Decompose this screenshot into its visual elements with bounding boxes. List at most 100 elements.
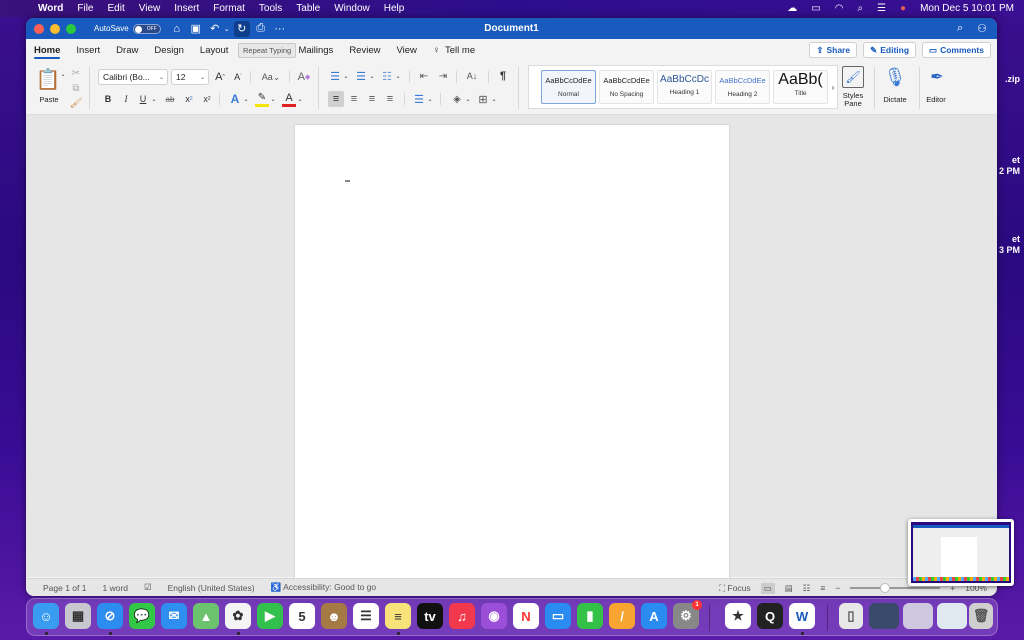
decrease-indent-icon[interactable]: ⇤ bbox=[417, 68, 431, 84]
tab-layout[interactable]: Layout bbox=[200, 39, 229, 61]
style-normal[interactable]: AaBbCcDdEe Normal bbox=[541, 70, 596, 104]
dock-stack-screenshot-safari[interactable] bbox=[869, 603, 899, 629]
dock-app-messages[interactable]: 💬 bbox=[129, 603, 155, 629]
menu-help[interactable]: Help bbox=[384, 3, 405, 14]
format-painter-icon[interactable]: 🖌 bbox=[69, 96, 83, 110]
style-heading-1[interactable]: AaBbCcDc Heading 1 bbox=[657, 70, 712, 104]
print-layout-icon[interactable]: ▭ bbox=[760, 582, 775, 594]
highlight-icon[interactable]: ✎ bbox=[255, 91, 269, 107]
style-title[interactable]: AaBb( Title bbox=[773, 70, 828, 104]
dock-app-photos[interactable]: ✿ bbox=[225, 603, 251, 629]
tab-review[interactable]: Review bbox=[349, 39, 380, 61]
proofing-icon[interactable]: ☑ bbox=[144, 582, 152, 593]
increase-indent-icon[interactable]: ⇥ bbox=[436, 68, 450, 84]
zoom-button[interactable] bbox=[66, 23, 76, 34]
show-formatting-icon[interactable]: ¶ bbox=[496, 68, 510, 84]
editor-icon[interactable]: ✒ bbox=[926, 65, 948, 89]
change-case-button[interactable]: Aa ⌄ bbox=[258, 69, 284, 85]
siri-icon[interactable]: ● bbox=[900, 3, 906, 14]
style-heading-2[interactable]: AaBbCcDdEe Heading 2 bbox=[715, 70, 770, 104]
tab-draw[interactable]: Draw bbox=[116, 39, 138, 61]
share-button[interactable]: ⇪ Share bbox=[809, 42, 858, 58]
menu-tools[interactable]: Tools bbox=[259, 3, 282, 14]
dock-app-app-store[interactable]: A bbox=[641, 603, 667, 629]
tab-home[interactable]: Home bbox=[34, 39, 61, 61]
page-count[interactable]: Page 1 of 1 bbox=[43, 583, 86, 593]
italic-button[interactable]: I bbox=[120, 91, 132, 107]
chevron-down-icon[interactable]: ⌄ bbox=[490, 91, 498, 107]
font-name-select[interactable]: Calibri (Bo... ⌄ bbox=[98, 69, 168, 85]
chevron-down-icon[interactable]: ⌄ bbox=[296, 91, 304, 107]
dock-stack-screenshot-photos[interactable] bbox=[903, 603, 933, 629]
dock-app-imovie[interactable]: ★ bbox=[725, 603, 751, 629]
clock[interactable]: Mon Dec 5 10:01 PM bbox=[920, 3, 1014, 14]
tab-design[interactable]: Design bbox=[154, 39, 184, 61]
font-size-select[interactable]: 12 ⌄ bbox=[171, 69, 209, 85]
copy-icon[interactable]: ⧉ bbox=[69, 81, 83, 95]
search-icon[interactable]: ⌕ bbox=[957, 22, 963, 35]
menu-edit[interactable]: Edit bbox=[108, 3, 125, 14]
editor-label[interactable]: Editor bbox=[921, 95, 951, 104]
align-right-button[interactable]: ≡ bbox=[365, 91, 379, 107]
dock-stack-documents[interactable]: ▯ bbox=[839, 603, 863, 629]
dock-app-music[interactable]: ♫ bbox=[449, 603, 475, 629]
dock-stack-trash[interactable]: 🗑 bbox=[969, 603, 993, 629]
multilevel-list-icon[interactable]: ☷ bbox=[380, 68, 394, 84]
chevron-down-icon[interactable]: ⌄ bbox=[394, 68, 402, 84]
subscript-button[interactable]: x2 bbox=[183, 91, 195, 107]
dock-app-launchpad[interactable]: ▦ bbox=[65, 603, 91, 629]
dock-app-quicktime-player[interactable]: Q bbox=[757, 603, 783, 629]
chevron-down-icon[interactable]: ⌄ bbox=[368, 68, 376, 84]
bold-button[interactable]: B bbox=[102, 91, 114, 107]
text-content[interactable] bbox=[345, 180, 350, 182]
chevron-down-icon[interactable]: ⌄ bbox=[242, 91, 250, 107]
dock-app-microsoft-word[interactable]: W bbox=[789, 603, 815, 629]
numbering-icon[interactable]: ☰ bbox=[354, 68, 368, 84]
styles-pane-label[interactable]: Styles Pane bbox=[836, 92, 870, 108]
dock-app-keynote[interactable]: ▭ bbox=[545, 603, 571, 629]
paste-label[interactable]: Paste bbox=[37, 95, 61, 104]
menu-file[interactable]: File bbox=[77, 3, 93, 14]
dock-app-numbers[interactable]: ▮ bbox=[577, 603, 603, 629]
tab-mailings[interactable]: Mailings bbox=[298, 39, 333, 61]
microphone-icon[interactable]: 🎙 bbox=[884, 65, 907, 89]
desktop-file-label[interactable]: .zip bbox=[1005, 74, 1020, 84]
accessibility-status[interactable]: ♿ Accessibility: Good to go bbox=[271, 582, 377, 593]
focus-button[interactable]: ⛶ Focus bbox=[719, 583, 750, 594]
paste-dropdown-icon[interactable]: ⌄ bbox=[59, 71, 67, 78]
editing-button[interactable]: ✎ Editing bbox=[863, 42, 917, 58]
dock-stack-screenshot-finder[interactable] bbox=[937, 603, 967, 629]
line-spacing-icon[interactable]: ☰ bbox=[412, 91, 426, 107]
shading-icon[interactable]: ◈ bbox=[450, 91, 464, 107]
styles-pane-icon[interactable]: 🖌 bbox=[842, 66, 864, 88]
comments-button[interactable]: ▭ Comments bbox=[922, 42, 991, 58]
font-color-icon[interactable]: A bbox=[282, 91, 296, 107]
desktop-file-label[interactable]: 3 PM bbox=[999, 245, 1020, 255]
bullets-icon[interactable]: ☰ bbox=[328, 68, 342, 84]
chevron-down-icon[interactable]: ⌄ bbox=[342, 68, 350, 84]
chevron-down-icon[interactable]: ⌄ bbox=[464, 91, 472, 107]
menu-table[interactable]: Table bbox=[296, 3, 320, 14]
chevron-down-icon[interactable]: ⌄ bbox=[269, 91, 277, 107]
desktop-file-label[interactable]: et bbox=[1012, 234, 1020, 244]
dock-app-mail[interactable]: ✉ bbox=[161, 603, 187, 629]
strikethrough-button[interactable]: ab bbox=[163, 91, 177, 107]
paste-icon[interactable]: 📋 bbox=[36, 67, 61, 91]
zoom-slider-knob[interactable] bbox=[880, 583, 891, 593]
repeat-typing-icon[interactable]: ↻ bbox=[233, 20, 250, 37]
tab-insert[interactable]: Insert bbox=[76, 39, 100, 61]
undo-dropdown-icon[interactable]: ⌄ bbox=[223, 21, 231, 37]
dock-app-finder[interactable]: ☺ bbox=[33, 603, 59, 629]
superscript-button[interactable]: x2 bbox=[201, 91, 213, 107]
dock-app-pages[interactable]: / bbox=[609, 603, 635, 629]
word-count[interactable]: 1 word bbox=[102, 583, 128, 593]
cut-icon[interactable]: ✂ bbox=[69, 66, 83, 80]
save-icon[interactable]: ▣ bbox=[188, 21, 204, 37]
share-people-icon[interactable]: ⚇ bbox=[977, 22, 987, 35]
borders-icon[interactable]: ⊞ bbox=[476, 91, 490, 107]
menu-window[interactable]: Window bbox=[334, 3, 370, 14]
dock-app-reminders[interactable]: ☰ bbox=[353, 603, 379, 629]
dock-app-safari[interactable]: ⊘ bbox=[97, 603, 123, 629]
web-layout-icon[interactable]: ▤ bbox=[785, 583, 793, 594]
align-center-button[interactable]: ≡ bbox=[347, 91, 361, 107]
